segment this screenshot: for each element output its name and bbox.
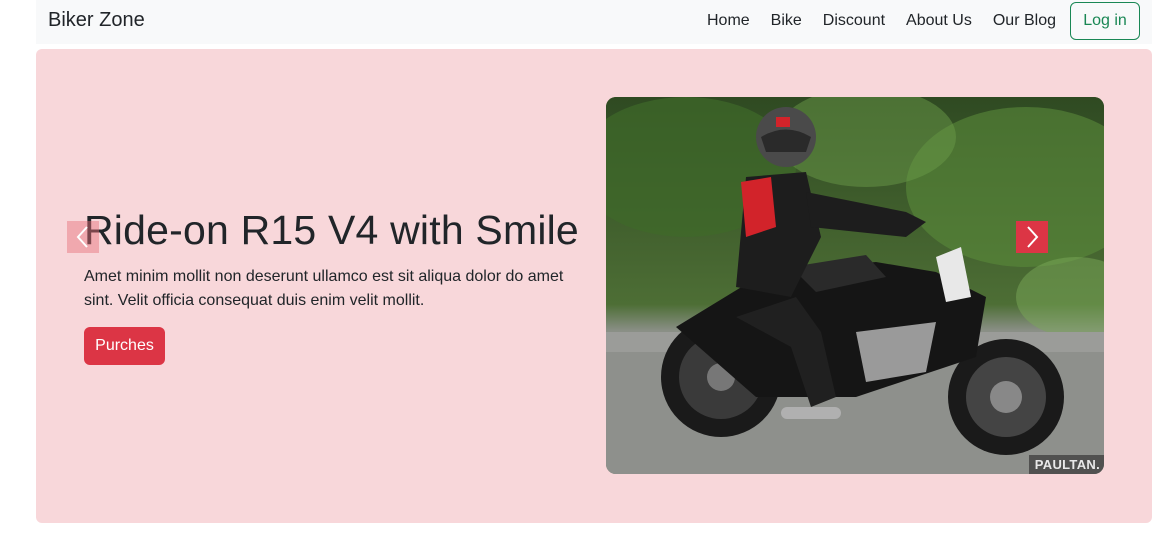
hero-description: Amet minim mollit non deserunt ullamco e…: [84, 268, 564, 309]
carousel-next-button[interactable]: [1016, 221, 1048, 253]
carousel-prev-button[interactable]: [67, 221, 99, 253]
nav-links: Home Bike Discount About Us Our Blog: [686, 12, 1056, 30]
purchase-button[interactable]: Purches: [84, 327, 165, 365]
nav-link-our-blog[interactable]: Our Blog: [993, 12, 1056, 30]
nav-link-home[interactable]: Home: [707, 12, 750, 30]
brand-logo[interactable]: Biker Zone: [48, 9, 145, 32]
motorcycle-image: PAULTAN.: [606, 97, 1104, 474]
hero-carousel: Ride-on R15 V4 with Smile Amet minim mol…: [36, 49, 1152, 523]
nav-link-discount[interactable]: Discount: [823, 12, 885, 30]
navbar: Biker Zone Home Bike Discount About Us O…: [36, 0, 1152, 44]
chevron-left-icon: [76, 226, 88, 248]
image-watermark: PAULTAN.: [1028, 455, 1104, 474]
nav-link-about-us[interactable]: About Us: [906, 12, 972, 30]
chevron-right-icon: [1027, 226, 1039, 248]
nav-link-bike[interactable]: Bike: [771, 12, 802, 30]
login-button[interactable]: Log in: [1070, 2, 1140, 40]
hero-title: Ride-on R15 V4 with Smile: [84, 207, 579, 253]
